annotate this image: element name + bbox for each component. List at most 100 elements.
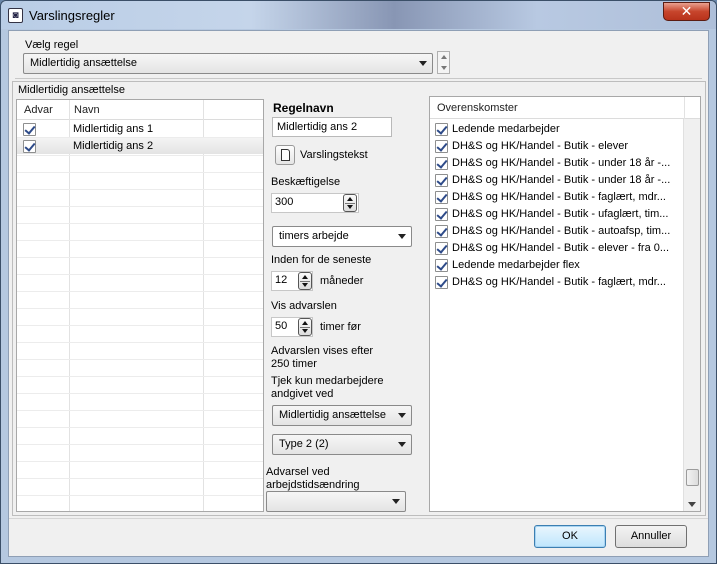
list-item[interactable]: DH&S og HK/Handel - Butik - under 18 år … bbox=[430, 172, 680, 189]
agreement-checkbox[interactable] bbox=[435, 276, 448, 289]
agreement-label: Ledende medarbejder flex bbox=[452, 259, 580, 271]
spinner-divider bbox=[300, 281, 310, 282]
list-item[interactable]: Ledende medarbejder flex bbox=[430, 257, 680, 274]
title-bar[interactable]: ◙ Varslingsregler ✕ bbox=[1, 1, 716, 29]
grid-row-line bbox=[17, 478, 263, 479]
window-title: Varslingsregler bbox=[29, 8, 115, 23]
change-label-line-2: arbejdstidsændring bbox=[266, 479, 360, 491]
list-item[interactable]: DH&S og HK/Handel - Butik - ufaglært, ti… bbox=[430, 206, 680, 223]
document-icon bbox=[281, 149, 290, 161]
rules-grid[interactable]: Advar Navn Midlertidig ans 1 Midlertidig… bbox=[16, 99, 264, 512]
grid-row-line bbox=[17, 308, 263, 309]
list-item[interactable]: DH&S og HK/Handel - Butik - elever bbox=[430, 138, 680, 155]
arrow-up-icon[interactable] bbox=[302, 321, 308, 325]
check-label-line-1: Tjek kun medarbejdere bbox=[271, 375, 384, 387]
agreement-checkbox[interactable] bbox=[435, 140, 448, 153]
grid-row-line bbox=[17, 137, 263, 138]
column-header-navn[interactable]: Navn bbox=[74, 104, 100, 116]
table-row[interactable]: Midlertidig ans 1 bbox=[17, 121, 263, 137]
arrow-down-icon[interactable] bbox=[441, 66, 447, 70]
agreement-checkbox[interactable] bbox=[435, 174, 448, 187]
agreement-checkbox[interactable] bbox=[435, 208, 448, 221]
divider bbox=[9, 518, 708, 519]
rule-select-label: Vælg regel bbox=[25, 39, 79, 51]
type-select-value: Type 2 (2) bbox=[279, 438, 329, 450]
grid-row-line bbox=[17, 223, 263, 224]
chevron-down-icon bbox=[398, 234, 406, 239]
grid-row-line bbox=[17, 495, 263, 496]
grid-row-line bbox=[17, 444, 263, 445]
list-item[interactable]: DH&S og HK/Handel - Butik - elever - fra… bbox=[430, 240, 680, 257]
agreement-label: DH&S og HK/Handel - Butik - faglært, mdr… bbox=[452, 276, 666, 288]
column-header-advar[interactable]: Advar bbox=[24, 104, 53, 116]
chevron-down-icon bbox=[419, 61, 427, 66]
chevron-down-icon bbox=[398, 442, 406, 447]
agreement-checkbox[interactable] bbox=[435, 259, 448, 272]
rule-spinner[interactable] bbox=[437, 51, 450, 74]
agreement-checkbox[interactable] bbox=[435, 191, 448, 204]
grid-row-line bbox=[17, 461, 263, 462]
agreements-list[interactable]: Overenskomster Ledende medarbejder DH&S … bbox=[429, 96, 701, 512]
within-spinner[interactable] bbox=[298, 272, 312, 290]
grid-column-line bbox=[69, 100, 70, 511]
rule-name-input[interactable]: Midlertidig ans 2 bbox=[272, 117, 392, 137]
grid-row-line bbox=[17, 291, 263, 292]
divider bbox=[15, 78, 702, 79]
chevron-down-icon bbox=[398, 413, 406, 418]
list-item[interactable]: DH&S og HK/Handel - Butik - faglært, mdr… bbox=[430, 189, 680, 206]
type-select[interactable]: Type 2 (2) bbox=[272, 434, 412, 455]
agreement-checkbox[interactable] bbox=[435, 157, 448, 170]
agreement-checkbox[interactable] bbox=[435, 225, 448, 238]
arrow-up-icon[interactable] bbox=[441, 55, 447, 59]
list-item[interactable]: DH&S og HK/Handel - Butik - under 18 år … bbox=[430, 155, 680, 172]
agreement-checkbox[interactable] bbox=[435, 242, 448, 255]
arrow-down-icon[interactable] bbox=[347, 205, 353, 209]
row-checkbox[interactable] bbox=[23, 140, 36, 153]
grid-row-line bbox=[17, 393, 263, 394]
dialog-client: Vælg regel Midlertidig ansættelse Midler… bbox=[8, 30, 709, 557]
agreement-label: DH&S og HK/Handel - Butik - elever bbox=[452, 140, 629, 152]
employment-spinner[interactable] bbox=[343, 194, 357, 212]
app-icon: ◙ bbox=[8, 8, 23, 23]
agreements-header-label: Overenskomster bbox=[437, 102, 518, 114]
show-alert-label: Vis advarslen bbox=[271, 300, 337, 312]
agreement-checkbox[interactable] bbox=[435, 123, 448, 136]
alert-text-button[interactable] bbox=[275, 145, 295, 165]
chevron-down-icon bbox=[392, 499, 400, 504]
list-item[interactable]: DH&S og HK/Handel - Butik - autoafsp, ti… bbox=[430, 223, 680, 240]
grid-row-line bbox=[17, 325, 263, 326]
rule-panel: Midlertidig ansættelse Advar Navn Midler… bbox=[12, 81, 706, 516]
employment-type-value: Midlertidig ansættelse bbox=[279, 409, 386, 421]
ok-button[interactable]: OK bbox=[534, 525, 606, 548]
employment-label: Beskæftigelse bbox=[271, 176, 341, 188]
rule-select[interactable]: Midlertidig ansættelse bbox=[23, 53, 433, 74]
table-row[interactable]: Midlertidig ans 2 bbox=[17, 138, 263, 154]
arrow-up-icon[interactable] bbox=[302, 275, 308, 279]
grid-row-line bbox=[17, 376, 263, 377]
within-unit: måneder bbox=[320, 275, 364, 287]
show-alert-spinner[interactable] bbox=[298, 318, 312, 336]
list-item[interactable]: Ledende medarbejder bbox=[430, 121, 680, 138]
agreement-label: DH&S og HK/Handel - Butik - ufaglært, ti… bbox=[452, 208, 669, 220]
scroll-down-icon[interactable] bbox=[688, 502, 696, 507]
agreement-label: DH&S og HK/Handel - Butik - autoafsp, ti… bbox=[452, 225, 671, 237]
grid-row-line bbox=[17, 172, 263, 173]
arrow-up-icon[interactable] bbox=[347, 197, 353, 201]
agreement-label: DH&S og HK/Handel - Butik - under 18 år … bbox=[452, 174, 671, 186]
row-checkbox[interactable] bbox=[23, 123, 36, 136]
arrow-down-icon[interactable] bbox=[302, 283, 308, 287]
change-select[interactable] bbox=[266, 491, 406, 512]
cancel-button[interactable]: Annuller bbox=[615, 525, 687, 548]
rule-name-label: Regelnavn bbox=[273, 101, 334, 115]
close-button[interactable]: ✕ bbox=[663, 2, 710, 21]
rule-settings: Regelnavn Midlertidig ans 2 Varslingstek… bbox=[266, 99, 426, 512]
scrollbar-thumb[interactable] bbox=[686, 469, 699, 486]
agreement-label: DH&S og HK/Handel - Butik - elever - fra… bbox=[452, 242, 670, 254]
employment-type-select[interactable]: Midlertidig ansættelse bbox=[272, 405, 412, 426]
list-item[interactable]: DH&S og HK/Handel - Butik - faglært, mdr… bbox=[430, 274, 680, 291]
agreements-scrollbar[interactable] bbox=[683, 119, 700, 511]
alert-text-label[interactable]: Varslingstekst bbox=[300, 149, 368, 161]
row-name: Midlertidig ans 1 bbox=[73, 123, 154, 135]
arrow-down-icon[interactable] bbox=[302, 329, 308, 333]
unit-select[interactable]: timers arbejde bbox=[272, 226, 412, 247]
